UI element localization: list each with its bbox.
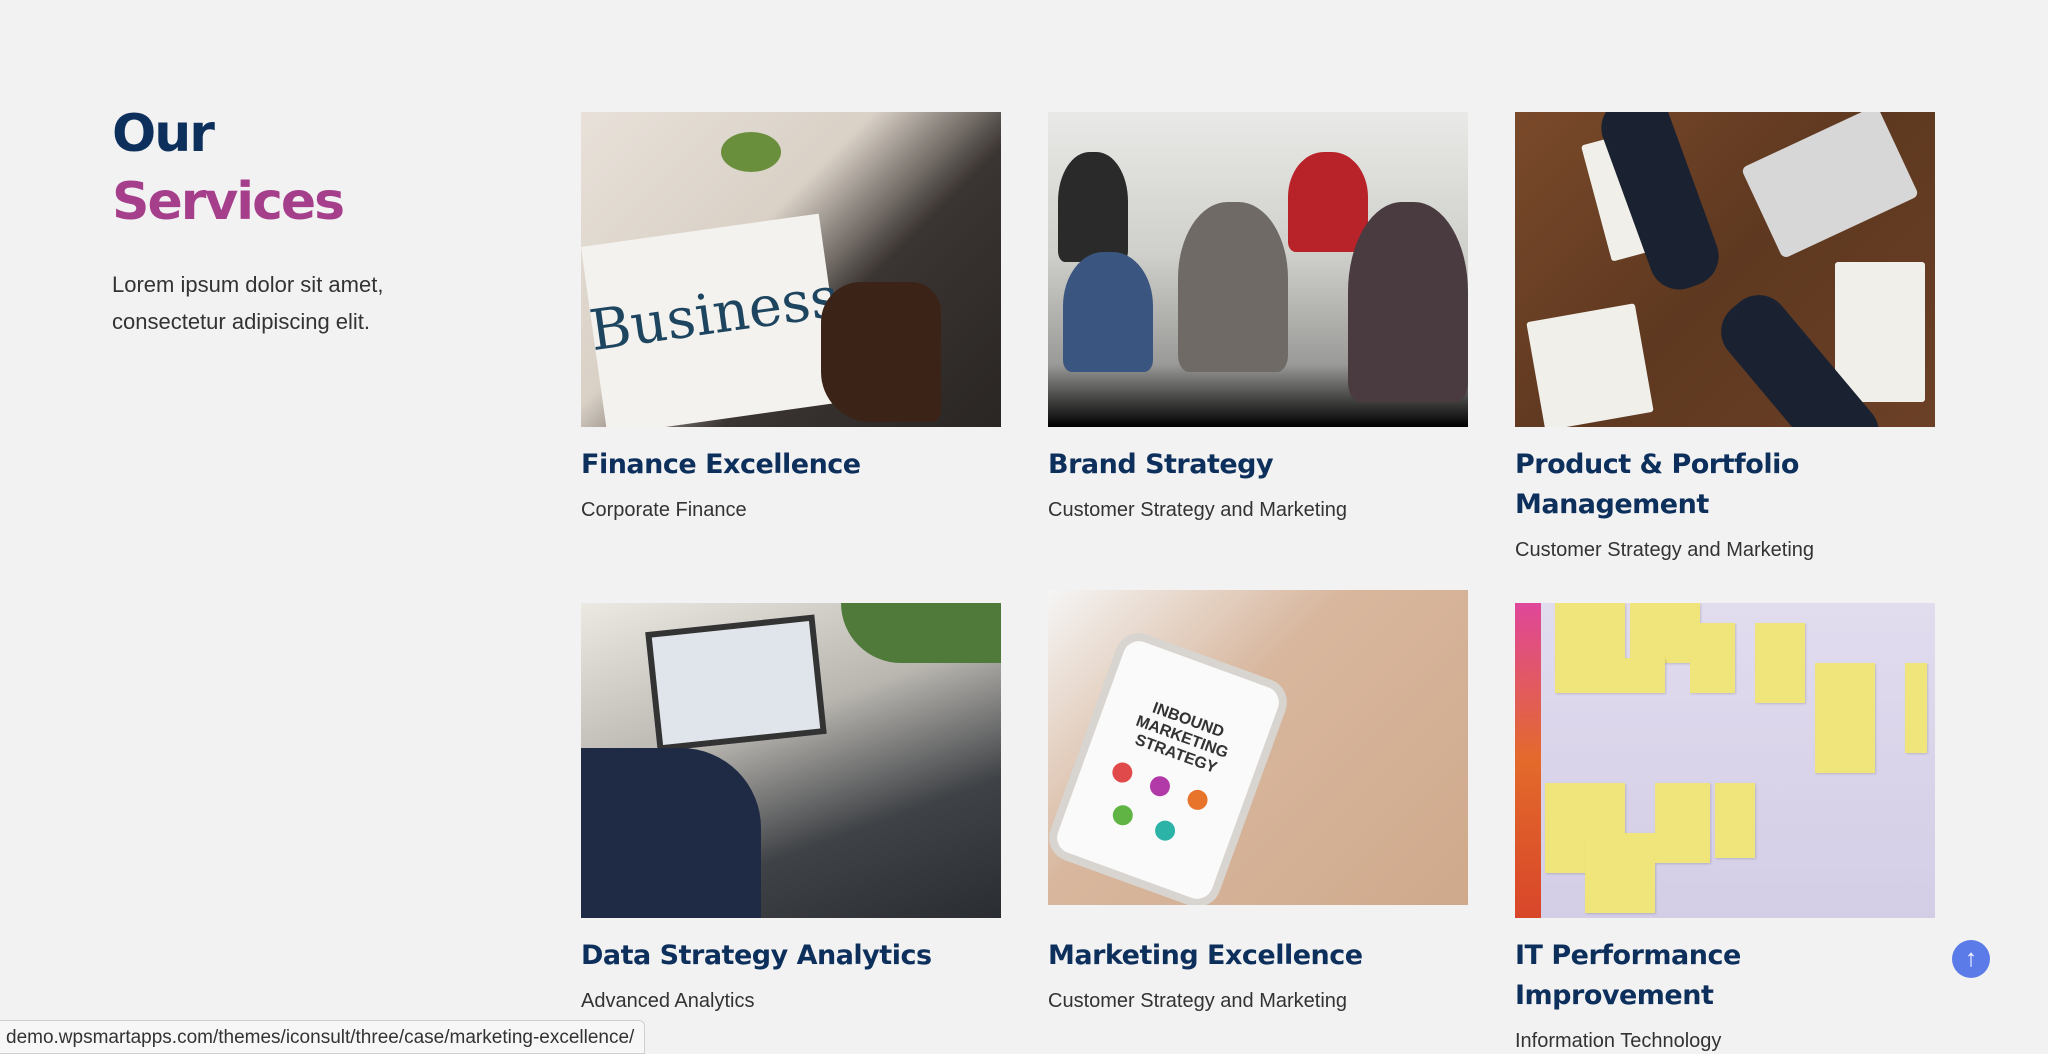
service-image[interactable]: INBOUND MARKETING STRATEGY — [1048, 590, 1468, 905]
service-image[interactable] — [581, 603, 1001, 918]
person-shape — [1063, 252, 1153, 372]
app-dot — [1109, 802, 1136, 829]
service-subtitle: Corporate Finance — [581, 499, 747, 521]
services-intro: Our Services Lorem ipsum dolor sit amet,… — [112, 100, 472, 340]
service-image[interactable] — [1515, 112, 1935, 427]
service-title[interactable]: Finance Excellence — [581, 445, 1001, 485]
title-line-our: Our — [112, 104, 215, 164]
service-card-data[interactable]: Data Strategy Analytics Advanced Analyti… — [581, 603, 1001, 1014]
service-title[interactable]: Marketing Excellence — [1048, 936, 1468, 976]
service-card-marketing[interactable]: INBOUND MARKETING STRATEGY Marketing Exc… — [1048, 590, 1468, 1014]
document-shape — [1526, 303, 1654, 427]
service-title[interactable]: IT Performance Improvement — [1515, 936, 1935, 1016]
app-dot — [1152, 817, 1178, 844]
sticky-note — [1715, 783, 1755, 858]
laptop-shape — [1740, 112, 1920, 260]
service-card-it[interactable]: IT Performance Improvement Information T… — [1515, 603, 1935, 1054]
title-line-services: Services — [112, 172, 345, 232]
scroll-to-top-button[interactable]: ↑ — [1952, 940, 1990, 978]
service-subtitle: Advanced Analytics — [581, 990, 755, 1012]
service-subtitle: Customer Strategy and Marketing — [1515, 539, 1815, 561]
sticky-note — [1555, 603, 1625, 663]
sticky-note — [1755, 623, 1805, 703]
phone-shape: INBOUND MARKETING STRATEGY — [1048, 626, 1294, 905]
intro-description: Lorem ipsum dolor sit amet, consectetur … — [112, 272, 384, 334]
person-shape — [1178, 202, 1288, 372]
person-shape — [1348, 202, 1468, 402]
service-title[interactable]: Data Strategy Analytics — [581, 936, 1001, 976]
service-card-finance[interactable]: Business Finance Excellence Corporate Fi… — [581, 112, 1001, 523]
plant-shape — [721, 132, 781, 172]
board-edge-shape — [1515, 603, 1541, 918]
person-shape — [1288, 152, 1368, 252]
section-title: Our Services — [112, 100, 472, 236]
person-shape — [1058, 152, 1128, 262]
service-card-brand[interactable]: Brand Strategy Customer Strategy and Mar… — [1048, 112, 1468, 523]
laptop-screen-shape — [645, 614, 827, 752]
sticky-note — [1655, 783, 1710, 863]
document-shape — [1835, 262, 1925, 402]
service-card-product[interactable]: Product & Portfolio Management Customer … — [1515, 112, 1935, 563]
browser-status-url: demo.wpsmartapps.com/themes/iconsult/thr… — [0, 1020, 646, 1054]
phone-screen-text: INBOUND MARKETING STRATEGY — [1132, 699, 1231, 777]
hand-shape — [821, 282, 941, 422]
service-subtitle: Information Technology — [1515, 1030, 1722, 1052]
suit-shape — [581, 748, 761, 918]
service-title[interactable]: Brand Strategy — [1048, 445, 1468, 485]
service-image[interactable] — [1048, 112, 1468, 427]
service-image[interactable]: Business — [581, 112, 1001, 427]
sticky-note — [1815, 663, 1875, 773]
arrow-up-icon: ↑ — [1965, 945, 1977, 972]
app-dot — [1109, 759, 1136, 786]
service-title[interactable]: Product & Portfolio Management — [1515, 445, 1935, 525]
app-dot — [1147, 773, 1173, 800]
sticky-note — [1585, 833, 1655, 913]
service-subtitle: Customer Strategy and Marketing — [1048, 990, 1348, 1012]
sticky-note — [1555, 658, 1665, 693]
sticky-note — [1690, 623, 1735, 693]
service-image[interactable] — [1515, 603, 1935, 918]
app-dot — [1184, 787, 1211, 813]
sticky-note — [1905, 663, 1927, 753]
foliage-shape — [841, 603, 1001, 663]
service-subtitle: Customer Strategy and Marketing — [1048, 499, 1348, 521]
